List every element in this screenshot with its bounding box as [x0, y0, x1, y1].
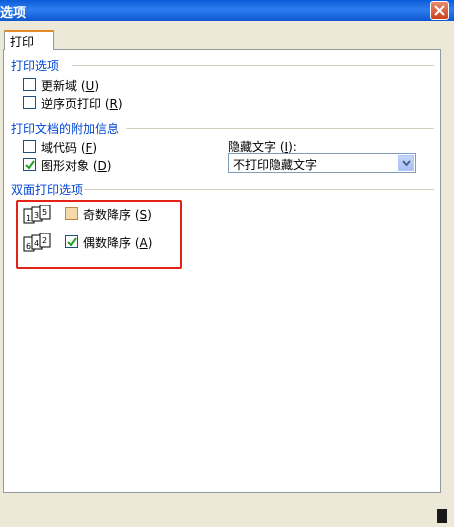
title-bar[interactable]: 选项	[0, 0, 454, 21]
checkbox-reverse-order[interactable]	[23, 96, 36, 109]
group-divider	[72, 65, 434, 66]
accelerator-key: I	[284, 140, 289, 154]
chevron-down-icon	[402, 160, 411, 166]
label-text: 奇数降序	[83, 208, 132, 222]
tab-panel-print: 打印选项 更新域 (U) 逆序页打印 (R) 打印文档的附加信息 域代码 (F)…	[3, 49, 441, 493]
close-icon	[434, 5, 445, 16]
checkbox-drawing-objects[interactable]	[23, 158, 36, 171]
page-number: 6	[26, 242, 31, 251]
label-reverse-order[interactable]: 逆序页打印 (R)	[41, 95, 123, 112]
hidden-text-selected-value: 不打印隐藏文字	[233, 158, 318, 172]
accelerator-key: S	[139, 208, 148, 222]
checkbox-field-codes[interactable]	[23, 140, 36, 153]
dialog-footer	[0, 496, 454, 527]
label-field-codes[interactable]: 域代码 (F)	[41, 139, 97, 156]
group-title-duplex: 双面打印选项	[11, 183, 84, 197]
accelerator-key: A	[139, 236, 148, 250]
page-number: 2	[42, 236, 47, 245]
label-even-descending[interactable]: 偶数降序 (A)	[83, 234, 152, 251]
checkmark-icon	[25, 160, 35, 170]
page-number: 1	[26, 214, 31, 223]
accelerator-key: U	[85, 79, 95, 93]
checkmark-icon	[67, 237, 77, 247]
label-text: 隐藏文字	[228, 140, 277, 154]
label-suffix: :	[292, 140, 297, 154]
label-update-fields[interactable]: 更新域 (U)	[41, 77, 99, 94]
even-pages-stack-icon: 6 4 2	[23, 233, 51, 252]
label-text: 更新域	[41, 79, 78, 93]
accelerator-key: F	[85, 141, 93, 155]
group-divider	[84, 189, 434, 190]
label-text: 域代码	[41, 141, 78, 155]
page-number: 3	[34, 211, 39, 220]
group-divider	[126, 128, 434, 129]
page-number: 4	[34, 239, 39, 248]
page-number: 5	[42, 208, 47, 217]
label-drawing-objects[interactable]: 图形对象 (D)	[41, 157, 111, 174]
group-title-print-options: 打印选项	[11, 59, 60, 73]
checkbox-even-descending[interactable]	[65, 235, 78, 248]
resize-grip[interactable]	[437, 509, 447, 523]
checkbox-update-fields[interactable]	[23, 78, 36, 91]
label-text: 偶数降序	[83, 236, 132, 250]
hidden-text-select[interactable]: 不打印隐藏文字	[228, 153, 416, 173]
group-title-document-info: 打印文档的附加信息	[11, 122, 120, 136]
tab-print-label: 打印	[10, 35, 35, 49]
checkbox-odd-descending[interactable]	[65, 207, 78, 220]
accelerator-key: D	[97, 159, 107, 173]
label-odd-descending[interactable]: 奇数降序 (S)	[83, 206, 152, 223]
close-button[interactable]	[430, 1, 449, 20]
label-text: 逆序页打印	[41, 97, 102, 111]
tab-print[interactable]: 打印	[4, 30, 54, 50]
window-title: 选项	[0, 6, 27, 21]
odd-pages-stack-icon: 1 3 5	[23, 205, 51, 224]
label-text: 图形对象	[41, 159, 90, 173]
accelerator-key: R	[109, 97, 118, 111]
dropdown-button[interactable]	[398, 155, 414, 171]
